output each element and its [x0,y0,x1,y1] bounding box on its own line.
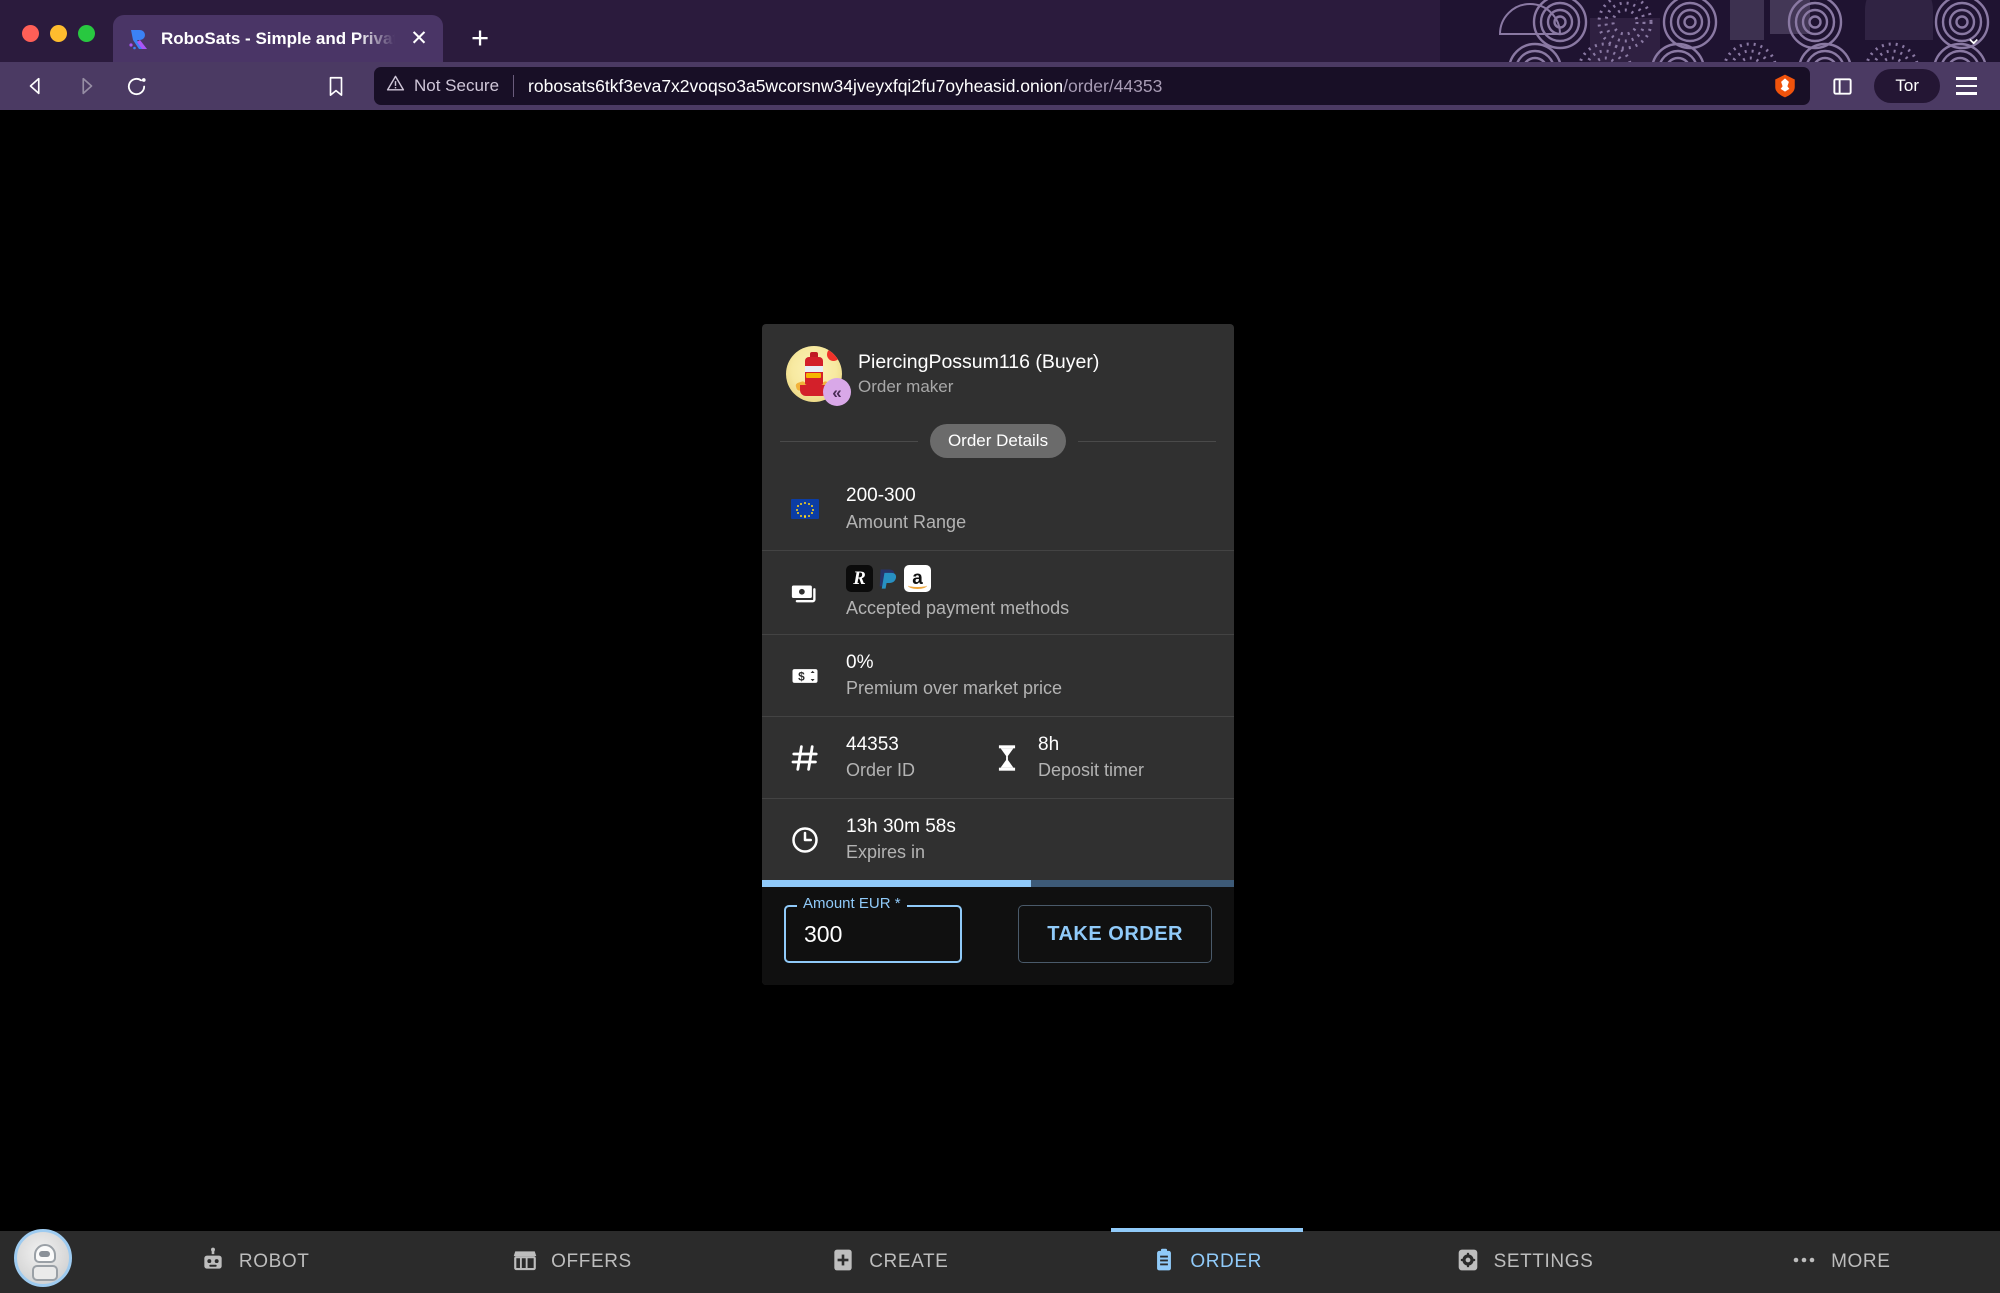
maximize-window-button[interactable] [78,25,95,42]
url-text[interactable]: robosats6tkf3eva7x2voqso3a5wcorsnw34jvey… [528,76,1762,97]
svg-text:$: $ [798,669,805,683]
not-secure-label: Not Secure [414,76,500,95]
nav-label-settings: SETTINGS [1493,1251,1594,1272]
browser-window: RoboSats - Simple and Private B ✕ + ⌄ [0,0,2000,1293]
amazon-icon: a [904,565,931,592]
order-details-divider: Order Details [762,424,1234,458]
nav-item-more[interactable]: MORE [1683,1231,2000,1293]
not-secure-indicator[interactable]: Not Secure [386,74,499,98]
nav-item-order[interactable]: ORDER [1048,1228,1365,1293]
nav-label-order: ORDER [1190,1251,1262,1272]
nav-label-more: MORE [1831,1251,1891,1272]
browser-toolbar: Not Secure robosats6tkf3eva7x2voqso3a5wc… [0,62,2000,110]
amount-input-legend: Amount EUR * [797,895,907,913]
bookmark-icon[interactable] [314,66,358,106]
amount-range-label: Amount Range [846,511,967,532]
storefront-icon [512,1247,538,1278]
decorative-circles-pattern [1440,0,2000,62]
order-details-card: « PiercingPossum116 (Buyer) Order maker … [762,324,1234,986]
address-bar[interactable]: Not Secure robosats6tkf3eva7x2voqso3a5wc… [374,67,1811,105]
expires-in-value: 13h 30m 58s [846,815,956,837]
page-content: « PiercingPossum116 (Buyer) Order maker … [0,110,2000,1293]
reload-icon[interactable] [114,66,158,106]
payment-methods-label: Accepted payment methods [846,598,1070,618]
tab-strip: RoboSats - Simple and Private B ✕ + ⌄ [0,0,2000,62]
amount-input-box[interactable]: 300 [784,905,962,964]
close-icon[interactable]: ✕ [405,25,433,53]
nav-label-create: CREATE [869,1251,949,1272]
forward-arrow-icon [64,66,108,106]
new-tab-button[interactable]: + [459,16,501,58]
robot-icon [200,1247,226,1278]
nav-item-offers[interactable]: OFFERS [413,1231,730,1293]
omnibox-divider [513,75,515,97]
gear-icon [1455,1247,1481,1278]
take-order-button[interactable]: TAKE ORDER [1018,905,1212,964]
take-order-bar: 300 Amount EUR * TAKE ORDER [762,887,1234,986]
ellipsis-icon [1792,1253,1818,1272]
deposit-timer-value: 8h [1038,733,1060,755]
minimize-window-button[interactable] [50,25,67,42]
avatar[interactable]: « [786,346,851,406]
detail-row-order-id: 44353 Order ID 8h Deposit timer [762,716,1234,798]
divider-line-left [780,440,918,442]
hamburger-menu-icon[interactable] [1946,66,1986,106]
close-window-button[interactable] [22,25,39,42]
detail-row-payment-methods: R a Accepted payment methods [762,550,1234,634]
price-tag-dollar-icon: $ [786,661,824,691]
amount-input-value[interactable]: 300 [804,921,842,948]
user-robot-avatar-icon[interactable] [14,1229,72,1287]
warning-triangle-icon [386,74,405,98]
back-arrow-icon[interactable] [14,66,58,106]
paypal-icon [875,565,902,592]
url-path: /order/44353 [1063,75,1163,96]
revolut-icon: R [846,565,873,592]
active-tab-indicator [1110,1228,1303,1232]
clipboard-icon [1151,1247,1177,1278]
nav-item-settings[interactable]: SETTINGS [1365,1231,1682,1293]
banknotes-icon [786,578,824,608]
expires-in-label: Expires in [846,842,926,863]
premium-label: Premium over market price [846,678,1063,699]
nav-label-offers: OFFERS [551,1251,632,1272]
order-details-chip: Order Details [929,424,1067,458]
nav-item-robot[interactable]: ROBOT [96,1231,413,1293]
payment-method-icons: R a [846,565,1069,592]
robosats-favicon-icon [127,27,151,51]
browser-tab[interactable]: RoboSats - Simple and Private B ✕ [113,15,443,62]
nav-item-create[interactable]: CREATE [731,1231,1048,1293]
expiry-progress-fill [762,880,1032,888]
expiry-progress-bar [762,880,1234,888]
detail-row-premium: $ 0% Premium over market price [762,634,1234,716]
amount-range-value: 200-300 [846,485,916,507]
eu-flag-icon [786,499,824,519]
premium-value: 0% [846,651,874,673]
maker-nickname: PiercingPossum116 (Buyer) [858,351,1100,373]
order-maker-header: « PiercingPossum116 (Buyer) Order maker [762,324,1234,422]
order-id-value: 44353 [846,733,899,755]
double-chevron-left-icon: « [823,378,851,406]
bottom-navigation: ROBOT OFFERS CREATE ORDER SETTINGS MORE [0,1228,2000,1293]
hourglass-icon [992,743,1022,773]
detail-row-expires-in: 13h 30m 58s Expires in [762,798,1234,880]
deposit-timer-label: Deposit timer [1038,760,1145,781]
hash-icon [786,742,824,774]
amount-field[interactable]: 300 Amount EUR * [784,895,962,964]
nav-label-robot: ROBOT [238,1251,310,1272]
tab-title: RoboSats - Simple and Private B [161,28,395,48]
detail-row-amount-range: 200-300 Amount Range [762,468,1234,550]
url-host: robosats6tkf3eva7x2voqso3a5wcorsnw34jvey… [528,75,1064,96]
order-id-label: Order ID [846,760,916,781]
brave-lion-icon[interactable] [1772,73,1798,99]
divider-line-right [1078,440,1217,442]
window-traffic-lights[interactable] [0,25,95,62]
sidebar-panel-icon[interactable] [1822,66,1862,106]
clock-icon [786,825,824,855]
order-detail-rows: 200-300 Amount Range R a Accepted paymen… [762,468,1234,880]
tor-badge[interactable]: Tor [1874,69,1940,103]
plus-box-icon [830,1247,856,1278]
chevron-down-icon[interactable]: ⌄ [1965,25,1982,50]
maker-role-label: Order maker [858,377,954,396]
